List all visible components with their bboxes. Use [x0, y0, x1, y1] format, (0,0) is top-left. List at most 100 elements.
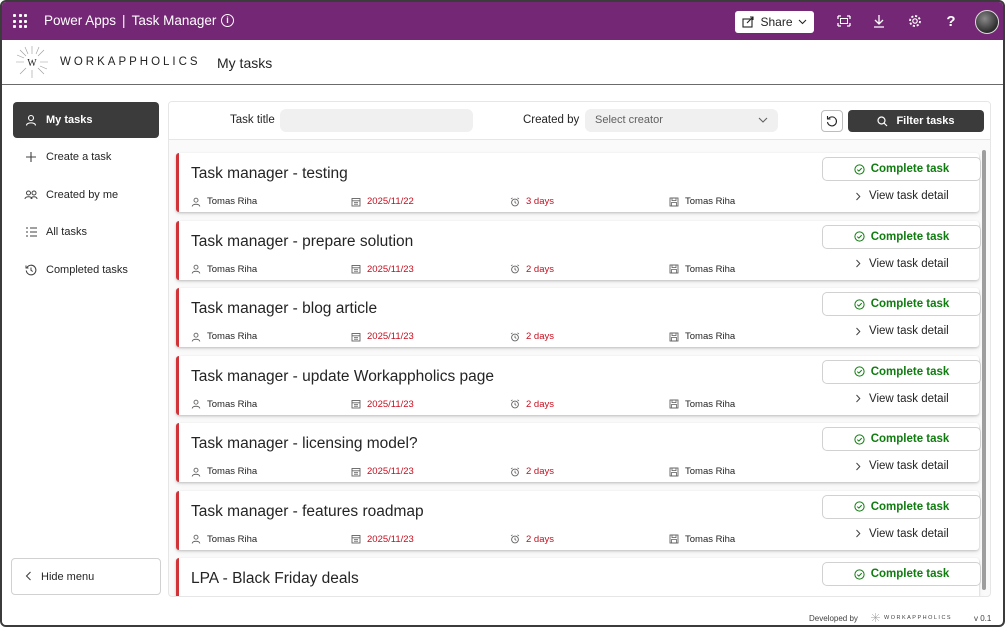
task-due-date: 2025/11/23 — [351, 331, 414, 342]
sidebar-item-created-by-me[interactable]: Created by me — [13, 177, 159, 213]
share-button[interactable]: Share — [735, 11, 814, 33]
task-list-panel: Task title Created by Select creator Fil… — [168, 101, 991, 597]
task-assignee: Tomas Riha — [191, 466, 257, 477]
check-circle-icon — [854, 568, 865, 580]
share-icon — [742, 16, 755, 28]
due-date-value: 2025/11/23 — [367, 466, 414, 477]
hide-menu-label: Hide menu — [41, 570, 95, 583]
assignee-name: Tomas Riha — [207, 331, 258, 342]
assignee-name: Tomas Riha — [207, 196, 258, 207]
product-name: Power Apps — [44, 13, 117, 28]
download-icon[interactable] — [871, 13, 887, 29]
task-title: Task manager - licensing model? — [191, 435, 418, 452]
chevron-right-icon — [855, 394, 861, 403]
filter-tasks-button[interactable]: Filter tasks — [848, 110, 984, 132]
calendar-icon — [351, 264, 361, 274]
sidebar-item-all-tasks[interactable]: All tasks — [13, 214, 159, 250]
save-icon — [669, 197, 679, 207]
task-card[interactable]: LPA - Black Friday deals Complete task — [176, 558, 981, 596]
task-card[interactable]: Task manager - update Workappholics page… — [176, 355, 981, 415]
user-avatar[interactable] — [975, 10, 999, 34]
task-due-date: 2025/11/23 — [351, 534, 414, 545]
person-icon — [24, 113, 38, 127]
save-icon — [669, 534, 679, 544]
help-icon[interactable]: ? — [943, 13, 959, 30]
save-icon — [669, 399, 679, 409]
calendar-icon — [351, 467, 361, 477]
created-by-dropdown[interactable]: Select creator — [585, 109, 778, 132]
app-launcher-icon[interactable] — [13, 14, 27, 28]
task-card[interactable]: Task manager - testing Tomas Riha 2025/11/… — [176, 153, 981, 212]
calendar-icon — [351, 332, 361, 342]
task-card[interactable]: Task manager - blog article Tomas Riha 202… — [176, 288, 981, 347]
check-circle-icon — [854, 501, 865, 512]
sidebar-item-label: Create a task — [46, 151, 112, 163]
task-title-input[interactable] — [280, 109, 473, 132]
person-icon — [191, 399, 201, 409]
fit-to-window-icon[interactable] — [836, 13, 852, 29]
scrollbar[interactable] — [982, 150, 986, 590]
view-task-detail-link[interactable]: View task detail — [855, 258, 949, 270]
view-task-detail-link[interactable]: View task detail — [855, 460, 949, 472]
title-separator: | — [122, 13, 126, 28]
calendar-icon — [351, 534, 361, 544]
app-header: W WORKAPPHOLICS My tasks — [2, 40, 1003, 85]
task-assignee: Tomas Riha — [191, 196, 257, 207]
complete-task-button[interactable]: Complete task — [822, 494, 981, 519]
complete-task-label: Complete task — [870, 433, 950, 445]
view-task-detail-link[interactable]: View task detail — [855, 190, 949, 202]
people-icon — [24, 188, 38, 202]
view-task-detail-link[interactable]: View task detail — [855, 393, 949, 405]
creator-name: Tomas Riha — [685, 466, 736, 477]
task-creator: Tomas Riha — [669, 196, 735, 207]
task-due-date: 2025/11/23 — [351, 466, 414, 477]
due-date-value: 2025/11/23 — [367, 533, 414, 545]
footer-logo-text: WORKAPPHOLICS — [884, 614, 953, 621]
task-title: Task manager - update Workappholics page — [191, 367, 494, 385]
remaining-value: 2 days — [526, 263, 554, 275]
task-title: Task manager - features roadmap — [191, 502, 424, 520]
complete-task-button[interactable]: Complete task — [822, 562, 981, 586]
view-task-detail-link[interactable]: View task detail — [855, 528, 949, 540]
due-date-value: 2025/11/22 — [367, 196, 414, 207]
complete-task-button[interactable]: Complete task — [822, 157, 981, 181]
view-detail-label: View task detail — [869, 325, 949, 337]
complete-task-button[interactable]: Complete task — [822, 359, 981, 384]
page-title: My tasks — [217, 55, 273, 71]
person-icon — [191, 467, 201, 477]
task-assignee: Tomas Riha — [191, 534, 257, 545]
complete-task-button[interactable]: Complete task — [822, 427, 981, 451]
due-date-value: 2025/11/23 — [367, 331, 414, 342]
reset-filters-button[interactable] — [821, 110, 843, 132]
info-icon[interactable]: i — [221, 14, 234, 27]
view-detail-label: View task detail — [869, 460, 949, 472]
task-card[interactable]: Task manager - features roadmap Tomas Rih… — [176, 490, 981, 550]
save-icon — [669, 332, 679, 342]
logo-text: WORKAPPHOLICS — [60, 56, 201, 68]
sidebar-item-create-task[interactable]: Create a task — [13, 139, 159, 175]
remaining-value: 2 days — [526, 533, 554, 545]
complete-task-button[interactable]: Complete task — [822, 224, 981, 249]
alarm-clock-icon — [510, 331, 520, 342]
hide-menu-button[interactable]: Hide menu — [11, 558, 161, 595]
view-detail-label: View task detail — [869, 257, 949, 270]
task-remaining: 2 days — [510, 534, 554, 545]
history-icon — [24, 263, 38, 277]
check-circle-icon — [854, 163, 865, 175]
settings-gear-icon[interactable] — [907, 13, 923, 29]
chevron-right-icon — [855, 327, 861, 336]
task-card[interactable]: Task manager - prepare solution Tomas Rih… — [176, 220, 981, 280]
view-task-detail-link[interactable]: View task detail — [855, 325, 949, 337]
assignee-name: Tomas Riha — [207, 533, 258, 545]
sidebar-item-completed-tasks[interactable]: Completed tasks — [13, 252, 159, 288]
remaining-value: 3 days — [526, 196, 554, 207]
workappholics-logo-icon — [871, 613, 880, 622]
scrollbar-thumb[interactable] — [982, 150, 986, 590]
complete-task-button[interactable]: Complete task — [822, 292, 981, 316]
version-text: v 0.1 — [974, 614, 992, 623]
sidebar: My tasks Create a task Created by me All… — [2, 86, 168, 625]
task-card[interactable]: Task manager - licensing model? Tomas Rih… — [176, 423, 981, 482]
sidebar-item-my-tasks[interactable]: My tasks — [13, 102, 159, 138]
sidebar-item-label: Created by me — [46, 189, 119, 201]
plus-icon — [24, 150, 38, 164]
